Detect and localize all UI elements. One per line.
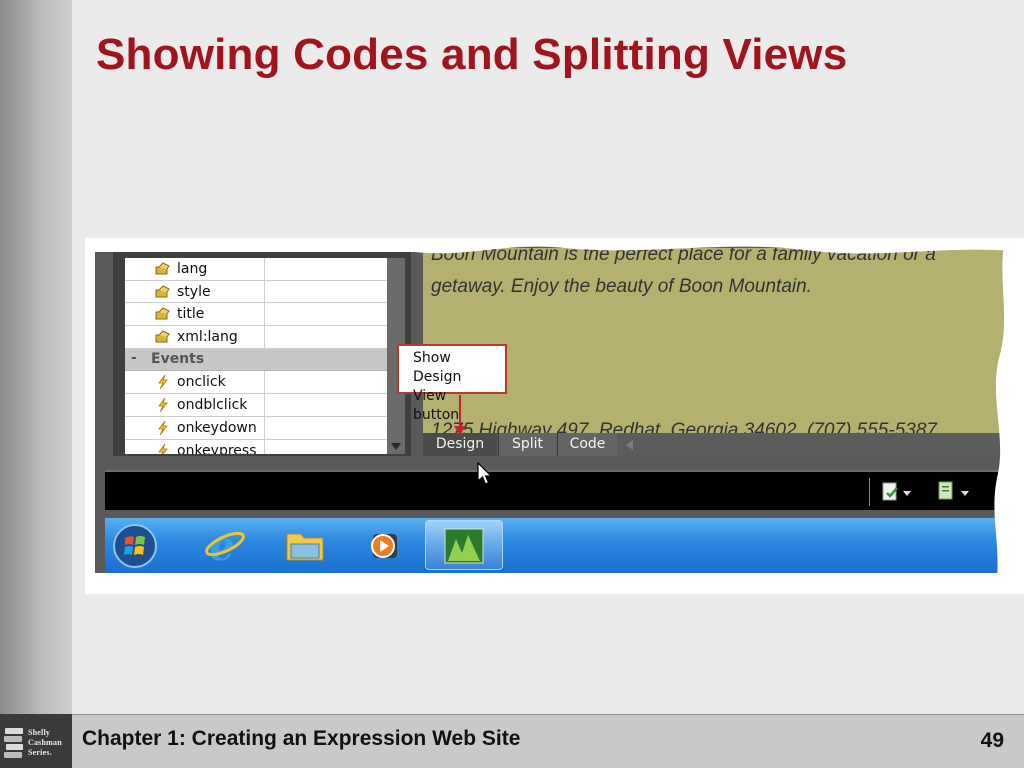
- slide-title: Showing Codes and Splitting Views: [96, 30, 848, 79]
- slide-left-strip: [0, 0, 72, 768]
- footer-chapter-title: Chapter 1: Creating an Expression Web Si…: [82, 727, 521, 750]
- logo-line: Cashman: [28, 738, 62, 747]
- logo-line: Series.: [28, 748, 52, 757]
- slide-footer: Chapter 1: Creating an Expression Web Si…: [72, 714, 1024, 768]
- torn-edge-decoration: [85, 238, 1024, 594]
- page-number: 49: [980, 729, 1004, 752]
- screenshot-panel: lang style title xml:lang - Events oncli…: [85, 238, 1024, 594]
- logo-text: Shelly Cashman Series.: [28, 728, 70, 758]
- shelly-cashman-logo: Shelly Cashman Series.: [0, 714, 72, 768]
- books-icon: [4, 728, 23, 758]
- logo-line: Shelly: [28, 728, 51, 737]
